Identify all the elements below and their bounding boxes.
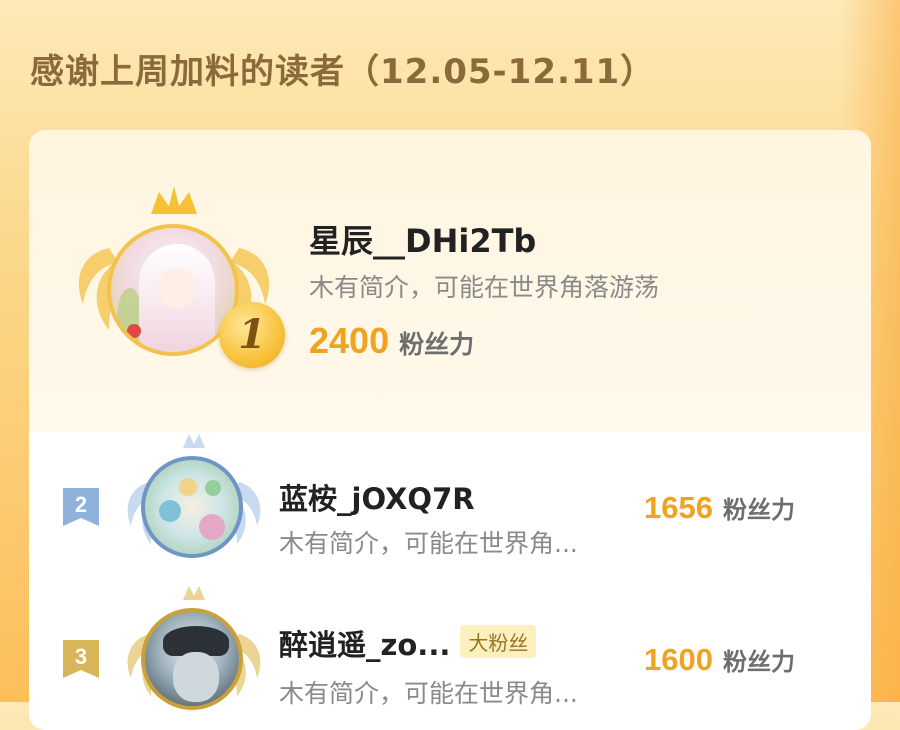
fan-power-value: 1600	[644, 642, 713, 677]
avatar-rank-3[interactable]	[141, 608, 243, 710]
big-fan-badge: 大粉丝	[460, 625, 537, 658]
rank-1-badge: 1	[69, 184, 285, 384]
rank-2-flag: 2	[59, 486, 103, 528]
fan-power-value: 1656	[644, 490, 713, 525]
fan-power-unit: 粉丝力	[722, 496, 795, 524]
leaderboard-card: 1 星辰__DHi2Tb 木有简介，可能在世界角落游荡 2400 粉丝力 2 蓝…	[29, 130, 871, 730]
user-intro: 木有简介，可能在世界角...	[279, 529, 578, 558]
page-title: 感谢上周加料的读者（12.05-12.11）	[30, 52, 656, 92]
username-text: 醉逍遥_zo...	[279, 628, 451, 662]
rank-number: 3	[74, 644, 88, 669]
user-intro: 木有简介，可能在世界角落游荡	[309, 273, 660, 302]
leaderboard-item-1[interactable]: 1 星辰__DHi2Tb 木有简介，可能在世界角落游荡 2400 粉丝力	[29, 130, 871, 432]
username[interactable]: 醉逍遥_zo... 大粉丝	[279, 622, 537, 664]
leaderboard-item-3[interactable]: 3 醉逍遥_zo... 大粉丝 木有简介，可能在世界角... 1600 粉丝力	[29, 586, 871, 730]
fan-power-unit: 粉丝力	[399, 330, 475, 359]
username[interactable]: 星辰__DHi2Tb	[309, 216, 536, 262]
fan-power: 2400 粉丝力	[309, 320, 474, 362]
rank-3-flag: 3	[59, 638, 103, 680]
fan-power: 1656 粉丝力	[644, 490, 795, 526]
fan-power: 1600 粉丝力	[644, 642, 795, 678]
username[interactable]: 蓝桉_jOXQ7R	[279, 476, 475, 518]
user-intro: 木有简介，可能在世界角...	[279, 679, 578, 708]
rank-number: 2	[74, 492, 88, 517]
fan-power-value: 2400	[309, 320, 390, 361]
rank-1-medal: 1	[219, 302, 285, 368]
leaderboard-item-2[interactable]: 2 蓝桉_jOXQ7R 木有简介，可能在世界角... 1656 粉丝力	[29, 434, 871, 580]
avatar-rank-2[interactable]	[141, 456, 243, 558]
rank-2-badge	[119, 432, 269, 572]
fan-power-unit: 粉丝力	[722, 648, 795, 676]
rank-3-badge	[119, 584, 269, 724]
